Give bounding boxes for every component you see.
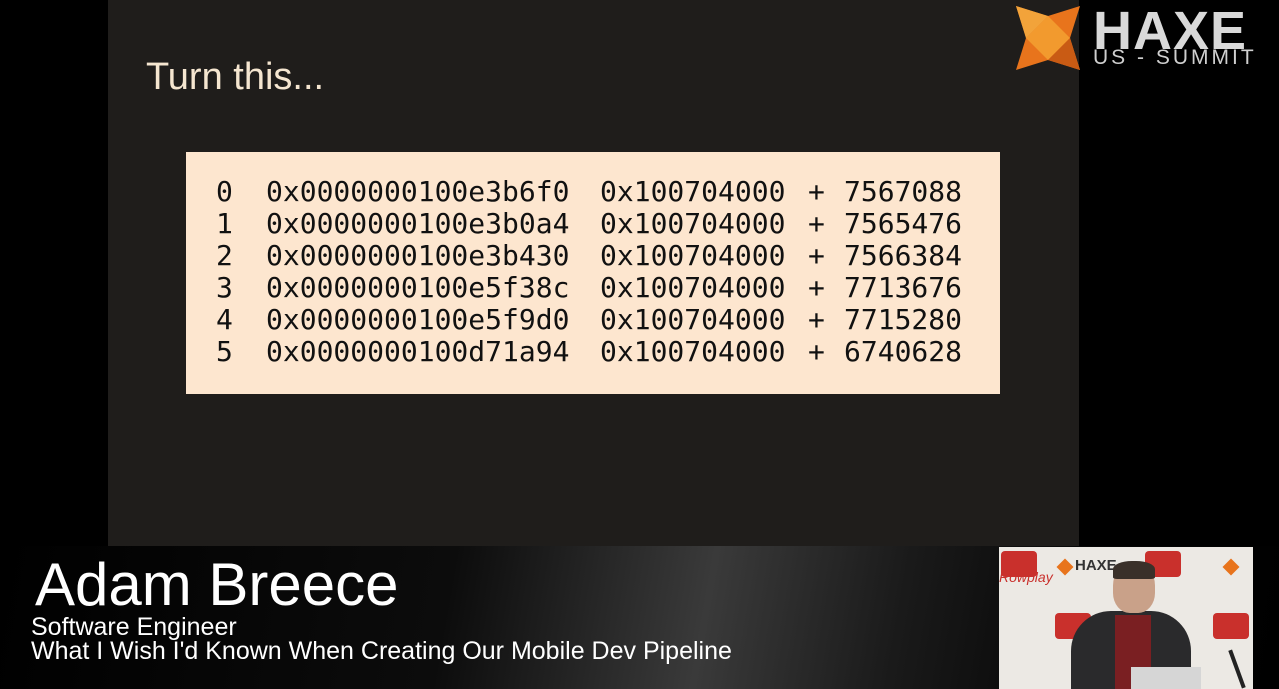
plus-sign: +	[808, 335, 825, 368]
frame-address: 0x0000000100e5f9d0	[266, 303, 570, 336]
code-row: 4 0x0000000100e5f9d0 0x100704000 + 77152…	[216, 304, 986, 336]
frame-index: 3	[216, 271, 233, 304]
plus-sign: +	[808, 271, 825, 304]
frame-address: 0x0000000100e3b0a4	[266, 207, 570, 240]
plus-sign: +	[808, 175, 825, 208]
laptop-icon	[1131, 667, 1201, 689]
haxe-logo-icon	[1016, 6, 1080, 70]
speaker-video: Rowplay HAXE	[999, 547, 1253, 689]
frame-address: 0x0000000100e3b430	[266, 239, 570, 272]
frame-offset: 7565476	[844, 207, 963, 240]
backdrop-sponsor-text: Rowplay	[999, 569, 1053, 585]
frame-base: 0x100704000	[600, 335, 786, 368]
talk-title: What I Wish I'd Known When Creating Our …	[31, 637, 732, 665]
frame-address: 0x0000000100e5f38c	[266, 271, 570, 304]
plus-sign: +	[808, 303, 825, 336]
slide-title: Turn this...	[146, 56, 325, 98]
plus-sign: +	[808, 239, 825, 272]
logo-subtitle: US - SUMMIT	[1093, 46, 1257, 69]
frame-base: 0x100704000	[600, 207, 786, 240]
frame-address: 0x0000000100e3b6f0	[266, 175, 570, 208]
frame-index: 1	[216, 207, 233, 240]
frame-base: 0x100704000	[600, 239, 786, 272]
frame-offset: 7713676	[844, 271, 963, 304]
frame-base: 0x100704000	[600, 271, 786, 304]
frame-base: 0x100704000	[600, 175, 786, 208]
code-block: 0 0x0000000100e3b6f0 0x100704000 + 75670…	[186, 152, 1000, 394]
frame-index: 5	[216, 335, 233, 368]
frame-offset: 7567088	[844, 175, 963, 208]
frame-address: 0x0000000100d71a94	[266, 335, 570, 368]
microphone-icon	[1228, 649, 1246, 689]
haxe-summit-logo: HAXE US - SUMMIT	[1016, 1, 1257, 72]
frame-offset: 7715280	[844, 303, 963, 336]
sponsor-mark	[1213, 613, 1249, 639]
frame-offset: 7566384	[844, 239, 963, 272]
code-row: 3 0x0000000100e5f38c 0x100704000 + 77136…	[216, 272, 986, 304]
frame-index: 2	[216, 239, 233, 272]
frame-offset: 6740628	[844, 335, 963, 368]
code-row: 0 0x0000000100e3b6f0 0x100704000 + 75670…	[216, 176, 986, 208]
frame-index: 0	[216, 175, 233, 208]
code-row: 2 0x0000000100e3b430 0x100704000 + 75663…	[216, 240, 986, 272]
plus-sign: +	[808, 207, 825, 240]
code-row: 5 0x0000000100d71a94 0x100704000 + 67406…	[216, 336, 986, 368]
frame-index: 4	[216, 303, 233, 336]
haxe-x-icon	[1222, 558, 1240, 576]
frame-base: 0x100704000	[600, 303, 786, 336]
speaker-name: Adam Breece	[35, 551, 399, 618]
slide: Turn this... 0 0x0000000100e3b6f0 0x1007…	[108, 0, 1079, 546]
code-row: 1 0x0000000100e3b0a4 0x100704000 + 75654…	[216, 208, 986, 240]
